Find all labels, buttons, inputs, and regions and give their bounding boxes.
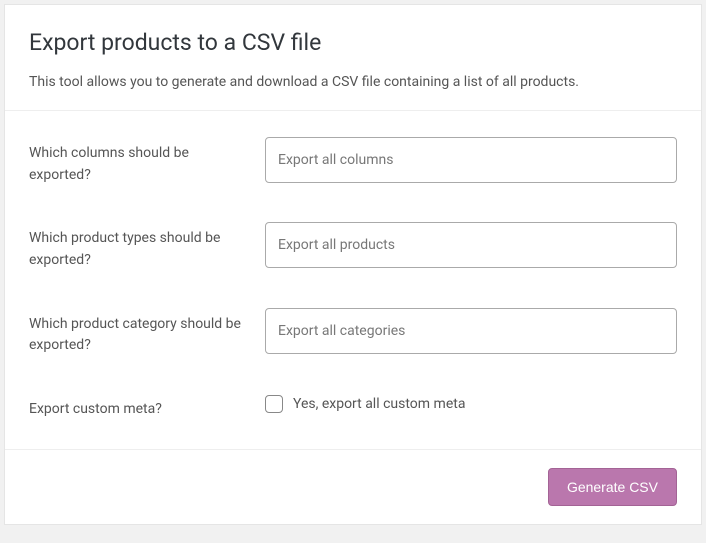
columns-control: Export all columns [265, 137, 677, 183]
types-control: Export all products [265, 222, 677, 268]
category-control: Export all categories [265, 308, 677, 354]
export-panel: Export products to a CSV file This tool … [4, 4, 702, 525]
types-row: Which product types should be exported? … [29, 204, 677, 289]
panel-footer: Generate CSV [5, 449, 701, 524]
meta-checkbox[interactable] [265, 395, 283, 413]
columns-select[interactable]: Export all columns [265, 137, 677, 183]
meta-row: Export custom meta? Yes, export all cust… [29, 375, 677, 439]
category-select[interactable]: Export all categories [265, 308, 677, 354]
types-select[interactable]: Export all products [265, 222, 677, 268]
meta-label: Export custom meta? [29, 393, 265, 421]
panel-header: Export products to a CSV file This tool … [5, 5, 701, 110]
meta-checkbox-wrapper: Yes, export all custom meta [265, 393, 677, 413]
category-label: Which product category should be exporte… [29, 308, 265, 357]
types-label: Which product types should be exported? [29, 222, 265, 271]
columns-label: Which columns should be exported? [29, 137, 265, 186]
category-row: Which product category should be exporte… [29, 290, 677, 375]
generate-csv-button[interactable]: Generate CSV [548, 468, 677, 506]
page-title: Export products to a CSV file [29, 29, 677, 56]
columns-row: Which columns should be exported? Export… [29, 119, 677, 204]
page-description: This tool allows you to generate and dow… [29, 74, 677, 90]
meta-checkbox-label: Yes, export all custom meta [293, 396, 465, 412]
export-form: Which columns should be exported? Export… [5, 110, 701, 449]
meta-control: Yes, export all custom meta [265, 393, 677, 413]
